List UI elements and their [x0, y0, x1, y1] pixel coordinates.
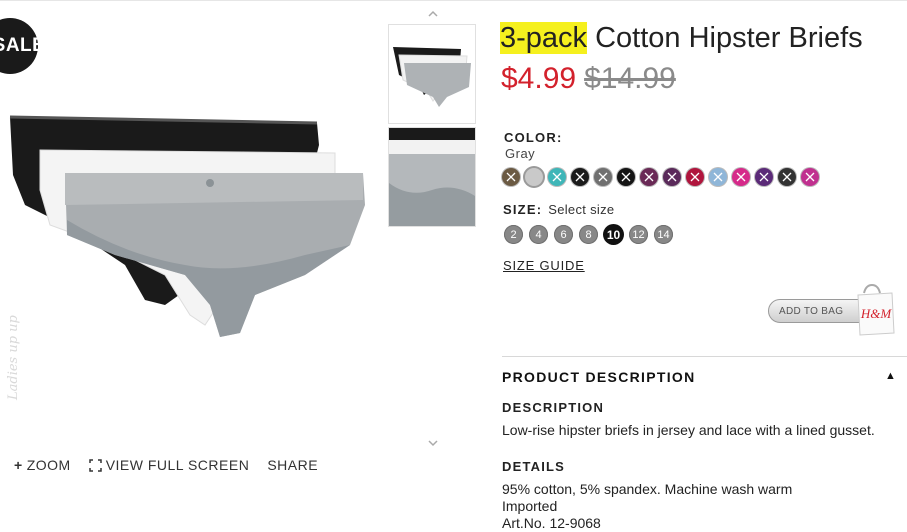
selected-color: Gray — [505, 146, 536, 161]
thumbnail-scroll-up-icon[interactable] — [426, 8, 440, 20]
color-swatch-black[interactable] — [617, 168, 635, 186]
color-swatch-violet[interactable] — [755, 168, 773, 186]
color-swatch-magenta[interactable] — [801, 168, 819, 186]
size-option-10[interactable]: 10 — [604, 225, 623, 244]
details-list: 95% cotton, 5% spandex. Machine wash war… — [502, 481, 792, 532]
plus-icon: + — [14, 457, 23, 473]
color-swatch-red[interactable] — [686, 168, 704, 186]
description-text: Low-rise hipster briefs in jersey and la… — [502, 422, 875, 438]
product-title: 3-pack Cotton Hipster Briefs — [500, 22, 863, 54]
section-divider — [502, 356, 907, 357]
size-option-8[interactable]: 8 — [579, 225, 598, 244]
color-swatch-black[interactable] — [571, 168, 589, 186]
color-swatches — [502, 168, 819, 186]
thumbnail-scroll-down-icon[interactable] — [426, 437, 440, 449]
details-line: Imported — [502, 498, 558, 514]
details-line: 95% cotton, 5% spandex. Machine wash war… — [502, 481, 793, 497]
fullscreen-label: VIEW FULL SCREEN — [105, 457, 250, 473]
thumbnail-closeup[interactable] — [388, 127, 476, 227]
color-swatch-purple[interactable] — [663, 168, 681, 186]
size-option-14[interactable]: 14 — [654, 225, 673, 244]
collapse-arrow-icon[interactable]: ▲ — [885, 370, 896, 382]
price-block: $4.99 $14.99 — [501, 62, 676, 96]
size-row: SIZE: Select size — [503, 202, 614, 217]
shopping-bag-icon[interactable]: H&M — [852, 283, 898, 337]
top-divider — [0, 0, 907, 1]
size-option-2[interactable]: 2 — [504, 225, 523, 244]
share-label: SHARE — [267, 457, 319, 473]
color-label: COLOR: — [504, 130, 563, 145]
expand-icon — [88, 458, 102, 472]
zoom-label: ZOOM — [26, 457, 71, 473]
current-price: $4.99 — [501, 62, 577, 95]
color-swatch-turquoise[interactable] — [548, 168, 566, 186]
image-tools: + ZOOM VIEW FULL SCREEN SHARE — [14, 457, 318, 473]
size-select[interactable]: Select size — [548, 202, 614, 217]
thumbnail-front[interactable] — [388, 24, 476, 124]
zoom-button[interactable]: + ZOOM — [14, 457, 71, 473]
color-swatch-dark-gray[interactable] — [594, 168, 612, 186]
fullscreen-button[interactable]: VIEW FULL SCREEN — [88, 457, 250, 473]
watermark: Ladies up up — [6, 315, 21, 400]
color-swatch-pink[interactable] — [732, 168, 750, 186]
details-label: DETAILS — [502, 459, 566, 474]
color-swatch-leopard[interactable] — [502, 168, 520, 186]
color-swatch-light-blue[interactable] — [709, 168, 727, 186]
details-line: Art.No. 12-9068 — [502, 515, 601, 531]
share-button[interactable]: SHARE — [267, 457, 318, 473]
description-label: DESCRIPTION — [502, 400, 605, 415]
color-swatch-plum[interactable] — [640, 168, 658, 186]
size-option-4[interactable]: 4 — [529, 225, 548, 244]
size-options: 2 4 6 8 10 12 14 — [504, 225, 673, 244]
add-to-bag-label: ADD TO BAG — [779, 305, 844, 317]
product-image[interactable] — [5, 105, 370, 345]
color-swatch-charcoal[interactable] — [778, 168, 796, 186]
size-guide-link[interactable]: SIZE GUIDE — [503, 258, 585, 273]
size-option-6[interactable]: 6 — [554, 225, 573, 244]
bag-logo-text: H&M — [860, 306, 893, 321]
size-option-12[interactable]: 12 — [629, 225, 648, 244]
size-label: SIZE: — [503, 202, 543, 217]
original-price: $14.99 — [584, 62, 676, 95]
sale-badge: SALE — [0, 18, 45, 74]
color-swatch-gray[interactable] — [525, 168, 543, 186]
product-description-header[interactable]: PRODUCT DESCRIPTION — [502, 369, 696, 385]
